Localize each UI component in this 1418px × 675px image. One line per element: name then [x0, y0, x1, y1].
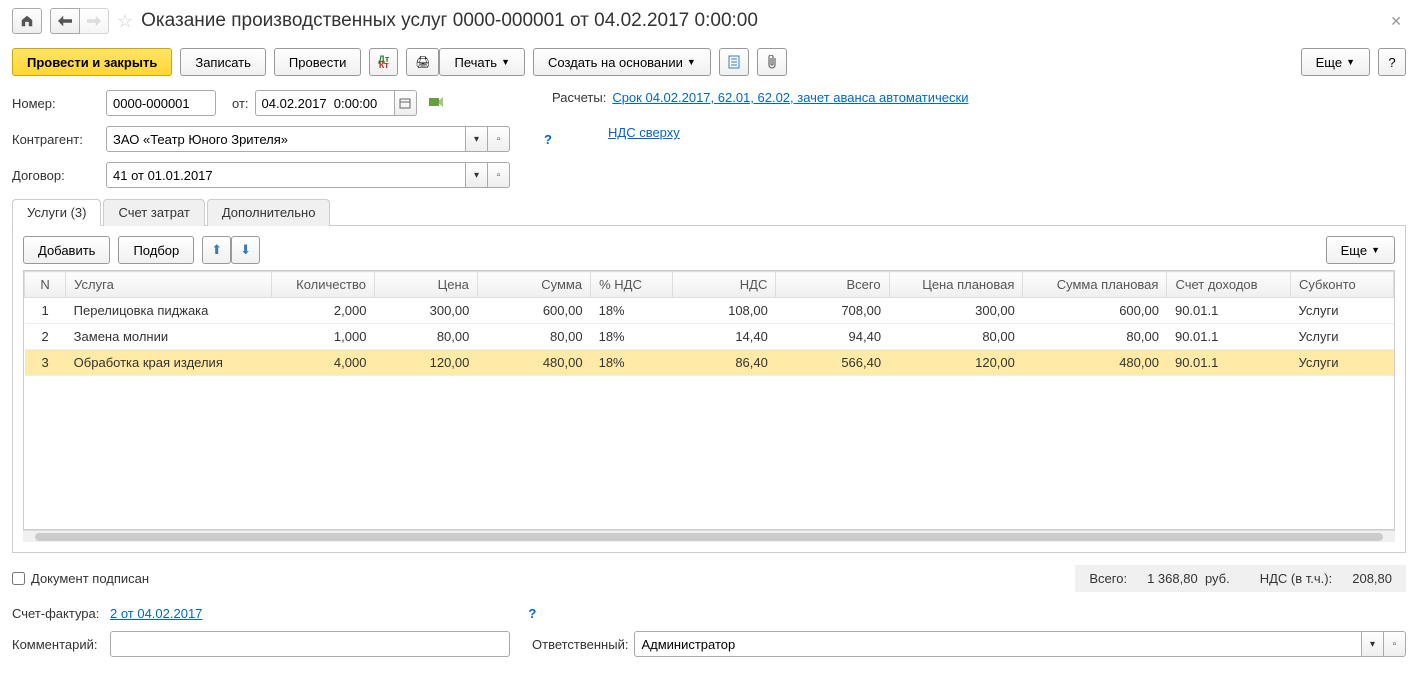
responsible-input[interactable]	[634, 631, 1362, 657]
currency-label: руб.	[1205, 571, 1230, 586]
invoice-label: Счет-фактура:	[12, 606, 104, 621]
caret-down-icon: ▼	[1346, 57, 1355, 67]
caret-down-icon: ▼	[501, 57, 510, 67]
home-button[interactable]	[12, 8, 42, 34]
post-and-close-button[interactable]: Провести и закрыть	[12, 48, 172, 76]
page-title: Оказание производственных услуг 0000-000…	[141, 10, 1378, 32]
col-n[interactable]: N	[25, 272, 66, 298]
arrow-right-icon	[87, 15, 101, 27]
create-based-on-dropdown[interactable]: Создать на основании ▼	[533, 48, 711, 76]
contract-input[interactable]	[106, 162, 466, 188]
pick-button[interactable]: Подбор	[118, 236, 194, 264]
favorite-star-icon[interactable]: ☆	[117, 11, 133, 32]
col-total[interactable]: Всего	[776, 272, 889, 298]
table-row[interactable]: 3Обработка края изделия4,000120,00480,00…	[25, 350, 1394, 376]
comment-input[interactable]	[110, 631, 510, 657]
arrow-left-icon	[58, 15, 72, 27]
print-icon-button[interactable]: 🖨	[406, 48, 439, 76]
forward-button	[79, 8, 109, 34]
col-vat[interactable]: НДС	[673, 272, 776, 298]
contragent-input[interactable]	[106, 126, 466, 152]
date-input[interactable]	[255, 90, 395, 116]
totals-panel: Всего: 1 368,80 руб. НДС (в т.ч.): 208,80	[1075, 565, 1406, 592]
close-button[interactable]: ✕	[1386, 13, 1406, 30]
services-table[interactable]: N Услуга Количество Цена Сумма % НДС НДС…	[23, 270, 1395, 530]
col-income-acct[interactable]: Счет доходов	[1167, 272, 1291, 298]
caret-down-icon: ▼	[1371, 245, 1380, 255]
table-row[interactable]: 1Перелицовка пиджака2,000300,00600,0018%…	[25, 298, 1394, 324]
print-dropdown[interactable]: Печать ▼	[439, 48, 525, 76]
total-label: Всего:	[1089, 571, 1127, 586]
dt-kt-icon: ДтКт	[378, 56, 389, 68]
move-down-button[interactable]: ⬇	[231, 236, 260, 264]
printer-icon: 🖨	[415, 55, 430, 69]
invoice-link[interactable]: 2 от 04.02.2017	[110, 606, 202, 621]
contragent-help[interactable]: ?	[544, 132, 552, 147]
table-more-dropdown[interactable]: Еще ▼	[1326, 236, 1395, 264]
table-row[interactable]: 2Замена молнии1,00080,0080,0018%14,4094,…	[25, 324, 1394, 350]
back-button[interactable]	[50, 8, 80, 34]
more-dropdown[interactable]: Еще ▼	[1301, 48, 1370, 76]
calc-label: Расчеты:	[552, 90, 606, 105]
vat-link[interactable]: НДС сверху	[608, 125, 680, 140]
contract-select-button[interactable]: ▾	[466, 162, 488, 188]
move-up-button[interactable]: ⬆	[202, 236, 231, 264]
document-signed-checkbox[interactable]: Документ подписан	[12, 571, 149, 586]
help-button[interactable]: ?	[1378, 48, 1406, 76]
tab-services[interactable]: Услуги (3)	[12, 199, 101, 226]
invoice-help[interactable]: ?	[528, 606, 536, 621]
responsible-label: Ответственный:	[532, 637, 628, 652]
calc-link[interactable]: Срок 04.02.2017, 62.01, 62.02, зачет ава…	[612, 90, 968, 105]
responsible-open-button[interactable]: ▫	[1384, 631, 1406, 657]
col-qty[interactable]: Количество	[272, 272, 375, 298]
col-vat-pct[interactable]: % НДС	[591, 272, 673, 298]
add-button[interactable]: Добавить	[23, 236, 110, 264]
report-button[interactable]	[719, 48, 749, 76]
vat-label: НДС (в т.ч.):	[1260, 571, 1333, 586]
calendar-icon	[399, 97, 411, 109]
responsible-select-button[interactable]: ▾	[1362, 631, 1384, 657]
col-sum[interactable]: Сумма	[477, 272, 590, 298]
number-input[interactable]	[106, 90, 216, 116]
arrow-up-icon: ⬆	[211, 242, 222, 258]
arrow-down-icon: ⬇	[240, 242, 251, 258]
dt-kt-button[interactable]: ДтКт	[369, 48, 398, 76]
vat-value: 208,80	[1352, 571, 1392, 586]
col-service[interactable]: Услуга	[66, 272, 272, 298]
status-icon	[429, 96, 443, 111]
from-label: от:	[232, 96, 249, 111]
tab-additional[interactable]: Дополнительно	[207, 199, 331, 226]
contragent-open-button[interactable]: ▫	[488, 126, 510, 152]
horizontal-scrollbar[interactable]	[23, 530, 1395, 542]
document-icon	[728, 55, 740, 69]
calendar-button[interactable]	[395, 90, 417, 116]
save-button[interactable]: Записать	[180, 48, 266, 76]
contragent-select-button[interactable]: ▾	[466, 126, 488, 152]
paperclip-icon	[766, 55, 778, 69]
total-value: 1 368,80	[1147, 571, 1198, 586]
caret-down-icon: ▼	[687, 57, 696, 67]
contragent-label: Контрагент:	[12, 132, 100, 147]
col-plan-sum[interactable]: Сумма плановая	[1023, 272, 1167, 298]
col-plan-price[interactable]: Цена плановая	[889, 272, 1023, 298]
col-price[interactable]: Цена	[374, 272, 477, 298]
tab-cost-account[interactable]: Счет затрат	[103, 199, 204, 226]
contract-label: Договор:	[12, 168, 100, 183]
attach-button[interactable]	[757, 48, 787, 76]
col-subkonto[interactable]: Субконто	[1290, 272, 1393, 298]
number-label: Номер:	[12, 96, 100, 111]
contract-open-button[interactable]: ▫	[488, 162, 510, 188]
post-button[interactable]: Провести	[274, 48, 362, 76]
home-icon	[20, 14, 34, 28]
comment-label: Комментарий:	[12, 637, 104, 652]
